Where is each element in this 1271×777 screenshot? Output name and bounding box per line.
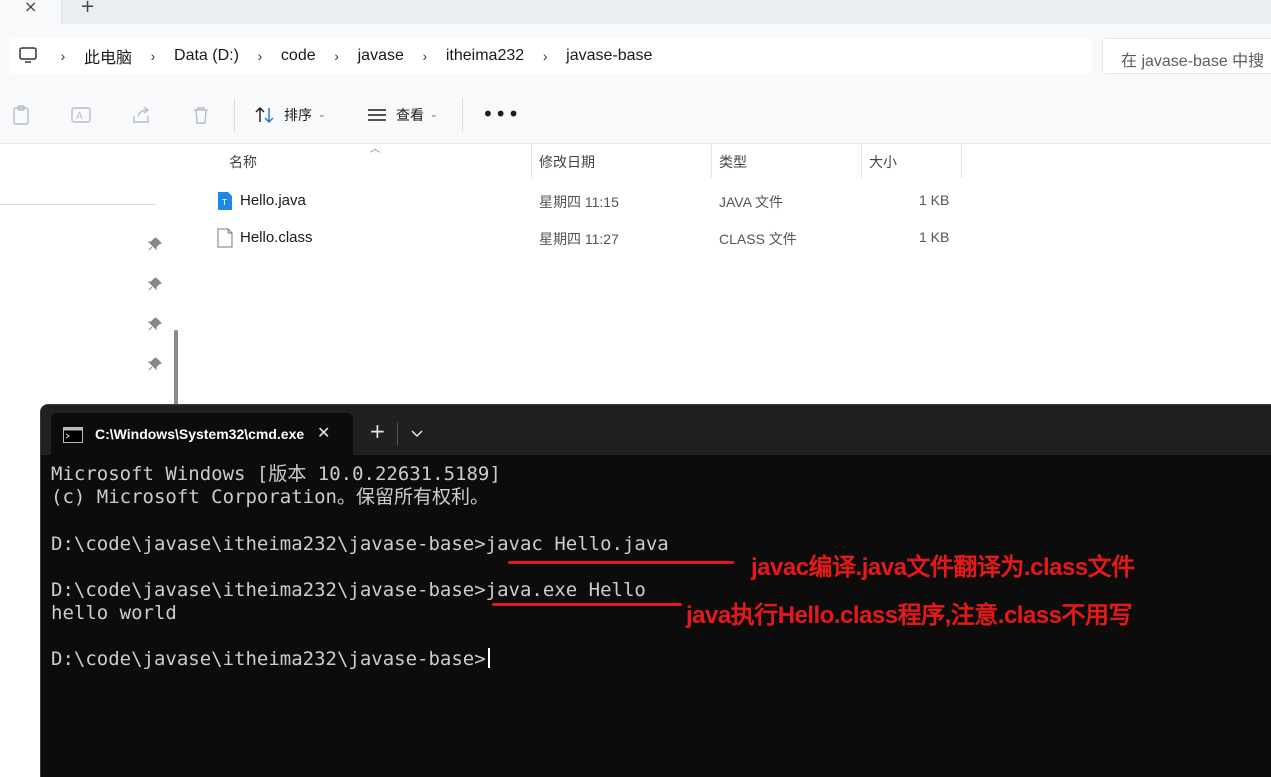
file-size: 1 KB	[919, 229, 950, 245]
terminal-tab[interactable]: C:\Windows\System32\cmd.exe ✕	[51, 413, 353, 455]
sort-button[interactable]: 排序 ⌄	[254, 103, 326, 127]
file-type: CLASS 文件	[719, 231, 797, 247]
view-button[interactable]: 查看 ⌄	[366, 103, 438, 127]
red-underline-javac	[508, 561, 734, 564]
column-divider[interactable]	[711, 144, 712, 178]
terminal-tab-title: C:\Windows\System32\cmd.exe	[95, 426, 305, 442]
pin-icon[interactable]	[148, 317, 162, 331]
breadcrumb-javase[interactable]: javase	[352, 47, 410, 65]
new-tab-icon[interactable]: +	[80, 0, 95, 16]
column-divider[interactable]	[961, 144, 962, 178]
chevron-right-icon[interactable]: ›	[410, 48, 440, 64]
new-tab-icon[interactable]: +	[369, 421, 386, 441]
file-list-header: 名称 修改日期 类型 大小	[188, 144, 968, 178]
more-options-icon[interactable]: •••	[482, 104, 520, 124]
terminal-line: D:\code\javase\itheima232\javase-base>ja…	[51, 533, 669, 555]
breadcrumb: › 此电脑 › Data (D:) › code › javase › ithe…	[48, 42, 658, 70]
toolbar-divider	[462, 98, 463, 132]
chevron-down-icon: ⌄	[430, 110, 438, 120]
cmd-icon	[63, 427, 83, 443]
pin-icon[interactable]	[148, 357, 162, 371]
chevron-down-icon[interactable]	[403, 423, 431, 443]
search-input[interactable]: 在 javase-base 中搜	[1102, 38, 1271, 74]
share-icon[interactable]	[130, 104, 152, 126]
nav-scrollbar[interactable]	[174, 330, 178, 410]
sort-label: 排序	[284, 108, 312, 124]
close-icon[interactable]: ×	[24, 0, 37, 15]
column-size[interactable]: 大小	[869, 152, 897, 172]
toolbar-divider	[234, 98, 235, 132]
breadcrumb-data-drive[interactable]: Data (D:)	[168, 47, 245, 65]
chevron-down-icon: ⌄	[318, 110, 326, 120]
view-list-icon	[368, 109, 386, 121]
svg-text:A: A	[76, 111, 83, 122]
terminal-titlebar[interactable]: C:\Windows\System32\cmd.exe ✕ +	[41, 405, 1271, 455]
column-type[interactable]: 类型	[719, 152, 747, 172]
column-name[interactable]: 名称	[229, 152, 257, 172]
terminal-output[interactable]: Microsoft Windows [版本 10.0.22631.5189] (…	[51, 463, 669, 670]
file-row-hello-class[interactable]: Hello.class 星期四 11:27 CLASS 文件 1 KB	[188, 219, 968, 255]
address-row: › 此电脑 › Data (D:) › code › javase › ithe…	[0, 24, 1271, 86]
command-bar: A 排序 ⌄ 查看 ⌄	[0, 86, 1271, 144]
paste-icon[interactable]	[10, 104, 32, 126]
column-divider[interactable]	[531, 144, 532, 178]
terminal-window[interactable]: C:\Windows\System32\cmd.exe ✕ + Microsof…	[40, 404, 1271, 777]
nav-divider	[0, 204, 156, 205]
column-date[interactable]: 修改日期	[539, 152, 595, 172]
breadcrumb-this-pc[interactable]: 此电脑	[78, 44, 138, 68]
pin-icon[interactable]	[148, 237, 162, 251]
terminal-prompt: D:\code\javase\itheima232\javase-base>	[51, 648, 486, 670]
monitor-icon[interactable]	[18, 45, 38, 65]
annotation-java: java执行Hello.class程序,注意.class不用写	[686, 602, 1133, 629]
file-row-hello-java[interactable]: T Hello.java 星期四 11:15 JAVA 文件 1 KB	[188, 182, 968, 218]
file-date: 星期四 11:15	[539, 194, 619, 210]
titlebar-divider	[397, 423, 398, 445]
terminal-line: hello world	[51, 602, 177, 624]
terminal-line: D:\code\javase\itheima232\javase-base>ja…	[51, 579, 646, 601]
breadcrumb-javase-base[interactable]: javase-base	[560, 47, 658, 65]
terminal-line: Microsoft Windows [版本 10.0.22631.5189]	[51, 463, 501, 485]
chevron-right-icon[interactable]: ›	[48, 48, 78, 64]
terminal-line: (c) Microsoft Corporation。保留所有权利。	[51, 486, 489, 508]
file-size: 1 KB	[919, 192, 950, 208]
column-divider[interactable]	[861, 144, 862, 178]
breadcrumb-itheima232[interactable]: itheima232	[440, 47, 530, 65]
file-date: 星期四 11:27	[539, 231, 619, 247]
file-name: Hello.java	[240, 192, 306, 209]
chevron-right-icon[interactable]: ›	[322, 48, 352, 64]
breadcrumb-code[interactable]: code	[275, 47, 322, 65]
pin-icon[interactable]	[148, 277, 162, 291]
terminal-prompt-line[interactable]: D:\code\javase\itheima232\javase-base>	[51, 648, 490, 671]
chevron-right-icon[interactable]: ›	[245, 48, 275, 64]
chevron-right-icon[interactable]: ›	[138, 48, 168, 64]
file-name: Hello.class	[240, 229, 313, 246]
java-file-icon: T	[218, 192, 232, 210]
red-underline-java	[492, 603, 682, 606]
rename-icon[interactable]: A	[70, 104, 92, 126]
close-icon[interactable]: ✕	[317, 423, 330, 442]
generic-file-icon	[217, 228, 233, 248]
chevron-right-icon[interactable]: ›	[530, 48, 560, 64]
annotation-javac: javac编译.java文件翻译为.class文件	[751, 554, 1135, 581]
svg-text:T: T	[221, 198, 227, 207]
explorer-tab-bar: × +	[0, 0, 1271, 24]
delete-icon[interactable]	[190, 104, 212, 126]
view-label: 查看	[396, 108, 424, 124]
file-type: JAVA 文件	[719, 194, 784, 210]
sort-icon	[255, 107, 274, 123]
explorer-tab[interactable]: ×	[0, 0, 62, 24]
text-cursor	[487, 648, 490, 668]
